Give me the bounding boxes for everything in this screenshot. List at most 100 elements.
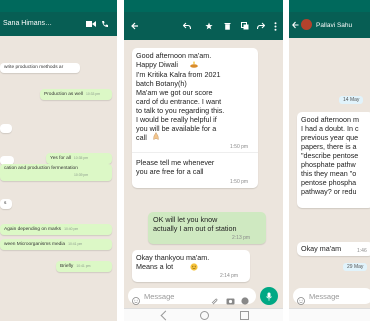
reply-icon[interactable] [182,21,192,31]
message-line: phosphate pathw [301,160,356,169]
nav-back-icon[interactable] [160,310,171,321]
android-nav-bar [124,308,283,321]
message-line: Good afternoon ma'am. [136,51,212,60]
message-input-bar[interactable]: Message [128,288,256,305]
message-time: 2:13 pm [232,235,251,241]
avatar[interactable] [301,19,312,30]
phone-screen-1: Sana Himans… write production methods ar… [0,0,117,321]
message-time: 10:41 pm [68,242,83,246]
video-call-icon[interactable] [86,19,96,28]
message-time: 1:50 pm [230,179,249,185]
message-line: Please tell me whenever [136,158,215,167]
star-icon[interactable] [204,21,214,31]
message-bubble[interactable] [0,124,12,133]
message-time: 10:39 pm [74,173,89,177]
status-bar [0,0,117,12]
date-chip: 29 May [343,263,368,271]
message-time: 1:46 [357,248,367,254]
message-line: Ma'am we got our score [136,88,213,97]
message-text: Okay ma'am [301,244,342,253]
emoji-icon[interactable] [132,292,140,305]
message-text: ween Microorganisms media [4,242,66,247]
message-line: actually I am out of station [153,224,237,233]
message-line: you are free for a call [136,167,204,176]
phone-call-icon[interactable] [100,19,110,28]
camera-icon[interactable] [226,292,235,305]
chat-area: Good afternoon ma'am. Happy Diwali I'm K… [124,40,283,321]
message-time: 10:33 pm [85,92,101,96]
message-input[interactable]: Message [309,292,339,301]
message-line: Good afternoon m [301,115,359,124]
contact-name[interactable]: Pallavi Sahu [316,22,352,29]
message-text: Briefly [60,264,74,269]
chat-area: 14 May Good afternoon m I had a doubt. I… [289,38,370,321]
message-text: write production methods ar [4,65,64,70]
message-line: Okay thankyou ma'am. [136,253,210,262]
chat-area: write production methods ar Production a… [0,36,117,321]
status-bar [289,0,370,12]
back-arrow-icon[interactable] [291,20,299,30]
message-line: batch Botany(h) [136,79,187,88]
message-line: I'm Kritika Kalra from 2021 [136,70,221,79]
rupee-icon[interactable] [241,292,250,305]
message-line: to talk to you regarding this. [136,106,225,115]
message-bubble[interactable]: Briefly 10:41 pm [56,261,112,272]
folded-hands-emoji-icon [152,132,160,140]
message-line: pathway? or redu [301,187,357,196]
message-input-bar[interactable]: Message [293,288,370,305]
message-line: papers, there is a [301,142,357,151]
message-bubble-greeting[interactable]: Good afternoon ma'am. Happy Diwali I'm K… [132,48,258,188]
message-bubble[interactable]: Again depending on marks 10:40 pm [0,224,112,235]
emoji-icon[interactable] [297,292,305,305]
copy-icon[interactable] [240,21,250,31]
message-text: cation and production fermentation [4,166,78,171]
message-bubble[interactable]: write production methods ar [0,63,80,73]
message-bubble[interactable]: Yes for all 10:35 pm [46,153,112,164]
message-time: 10:41 pm [76,264,91,268]
message-time: 2:14 pm [220,273,239,279]
back-arrow-icon[interactable] [130,21,140,31]
message-line: previous year que [301,133,359,142]
attach-icon[interactable] [210,292,218,305]
message-text: s [4,201,7,206]
message-time: 1:50 pm [230,144,249,150]
message-time: 10:35 pm [73,156,89,160]
message-bubble[interactable]: Good afternoon m I had a doubt. In c pre… [297,112,370,208]
message-line: call [136,133,147,142]
forward-icon[interactable] [256,21,266,31]
message-bubble-reply[interactable]: OK will let you know actually I am out o… [148,212,266,244]
message-line: you will be available for a [136,124,217,133]
mic-button[interactable] [260,287,278,305]
chat-header: Pallavi Sahu [289,12,370,38]
diya-emoji-icon [190,61,198,68]
message-bubble-thanks[interactable]: Okay thankyou ma'am. Means a lot 2:14 pm [132,250,250,282]
status-bar [124,0,283,12]
nav-home-icon[interactable] [200,311,209,320]
message-bubble[interactable]: Okay ma'am 1:46 [297,242,370,256]
chat-header: Sana Himans… [0,12,117,36]
message-line: pentose phospha [301,178,357,187]
smile-emoji-icon [190,263,198,271]
contact-name[interactable]: Sana Himans… [3,20,52,27]
nav-recents-icon[interactable] [240,311,249,320]
phone-screen-2: Good afternoon ma'am. Happy Diwali I'm K… [124,0,283,321]
selection-toolbar [124,12,283,40]
message-line: Happy Diwali [136,60,178,69]
message-line: "describe pentose [301,151,359,160]
message-text: Yes for all [50,156,71,161]
message-line: I had a doubt. In c [301,124,359,133]
message-line: Means a lot [136,262,174,271]
message-input[interactable]: Message [144,292,174,301]
delete-icon[interactable] [222,21,232,31]
message-time: 10:40 pm [64,227,79,231]
message-text: Production as well [44,92,83,97]
date-chip: 14 May [339,96,364,104]
message-bubble[interactable]: ween Microorganisms media 10:41 pm [0,239,112,250]
message-text: Again depending on marks [4,227,62,232]
message-line: card of du entrance. I want [136,97,222,106]
more-options-icon[interactable] [271,21,279,31]
message-bubble[interactable]: Production as well 10:33 pm [40,89,112,100]
phone-screen-3: Pallavi Sahu 14 May Good afternoon m I h… [289,0,370,321]
message-bubble[interactable]: s [0,199,12,209]
message-bubble[interactable]: cation and production fermentation 10:39 … [0,164,112,181]
